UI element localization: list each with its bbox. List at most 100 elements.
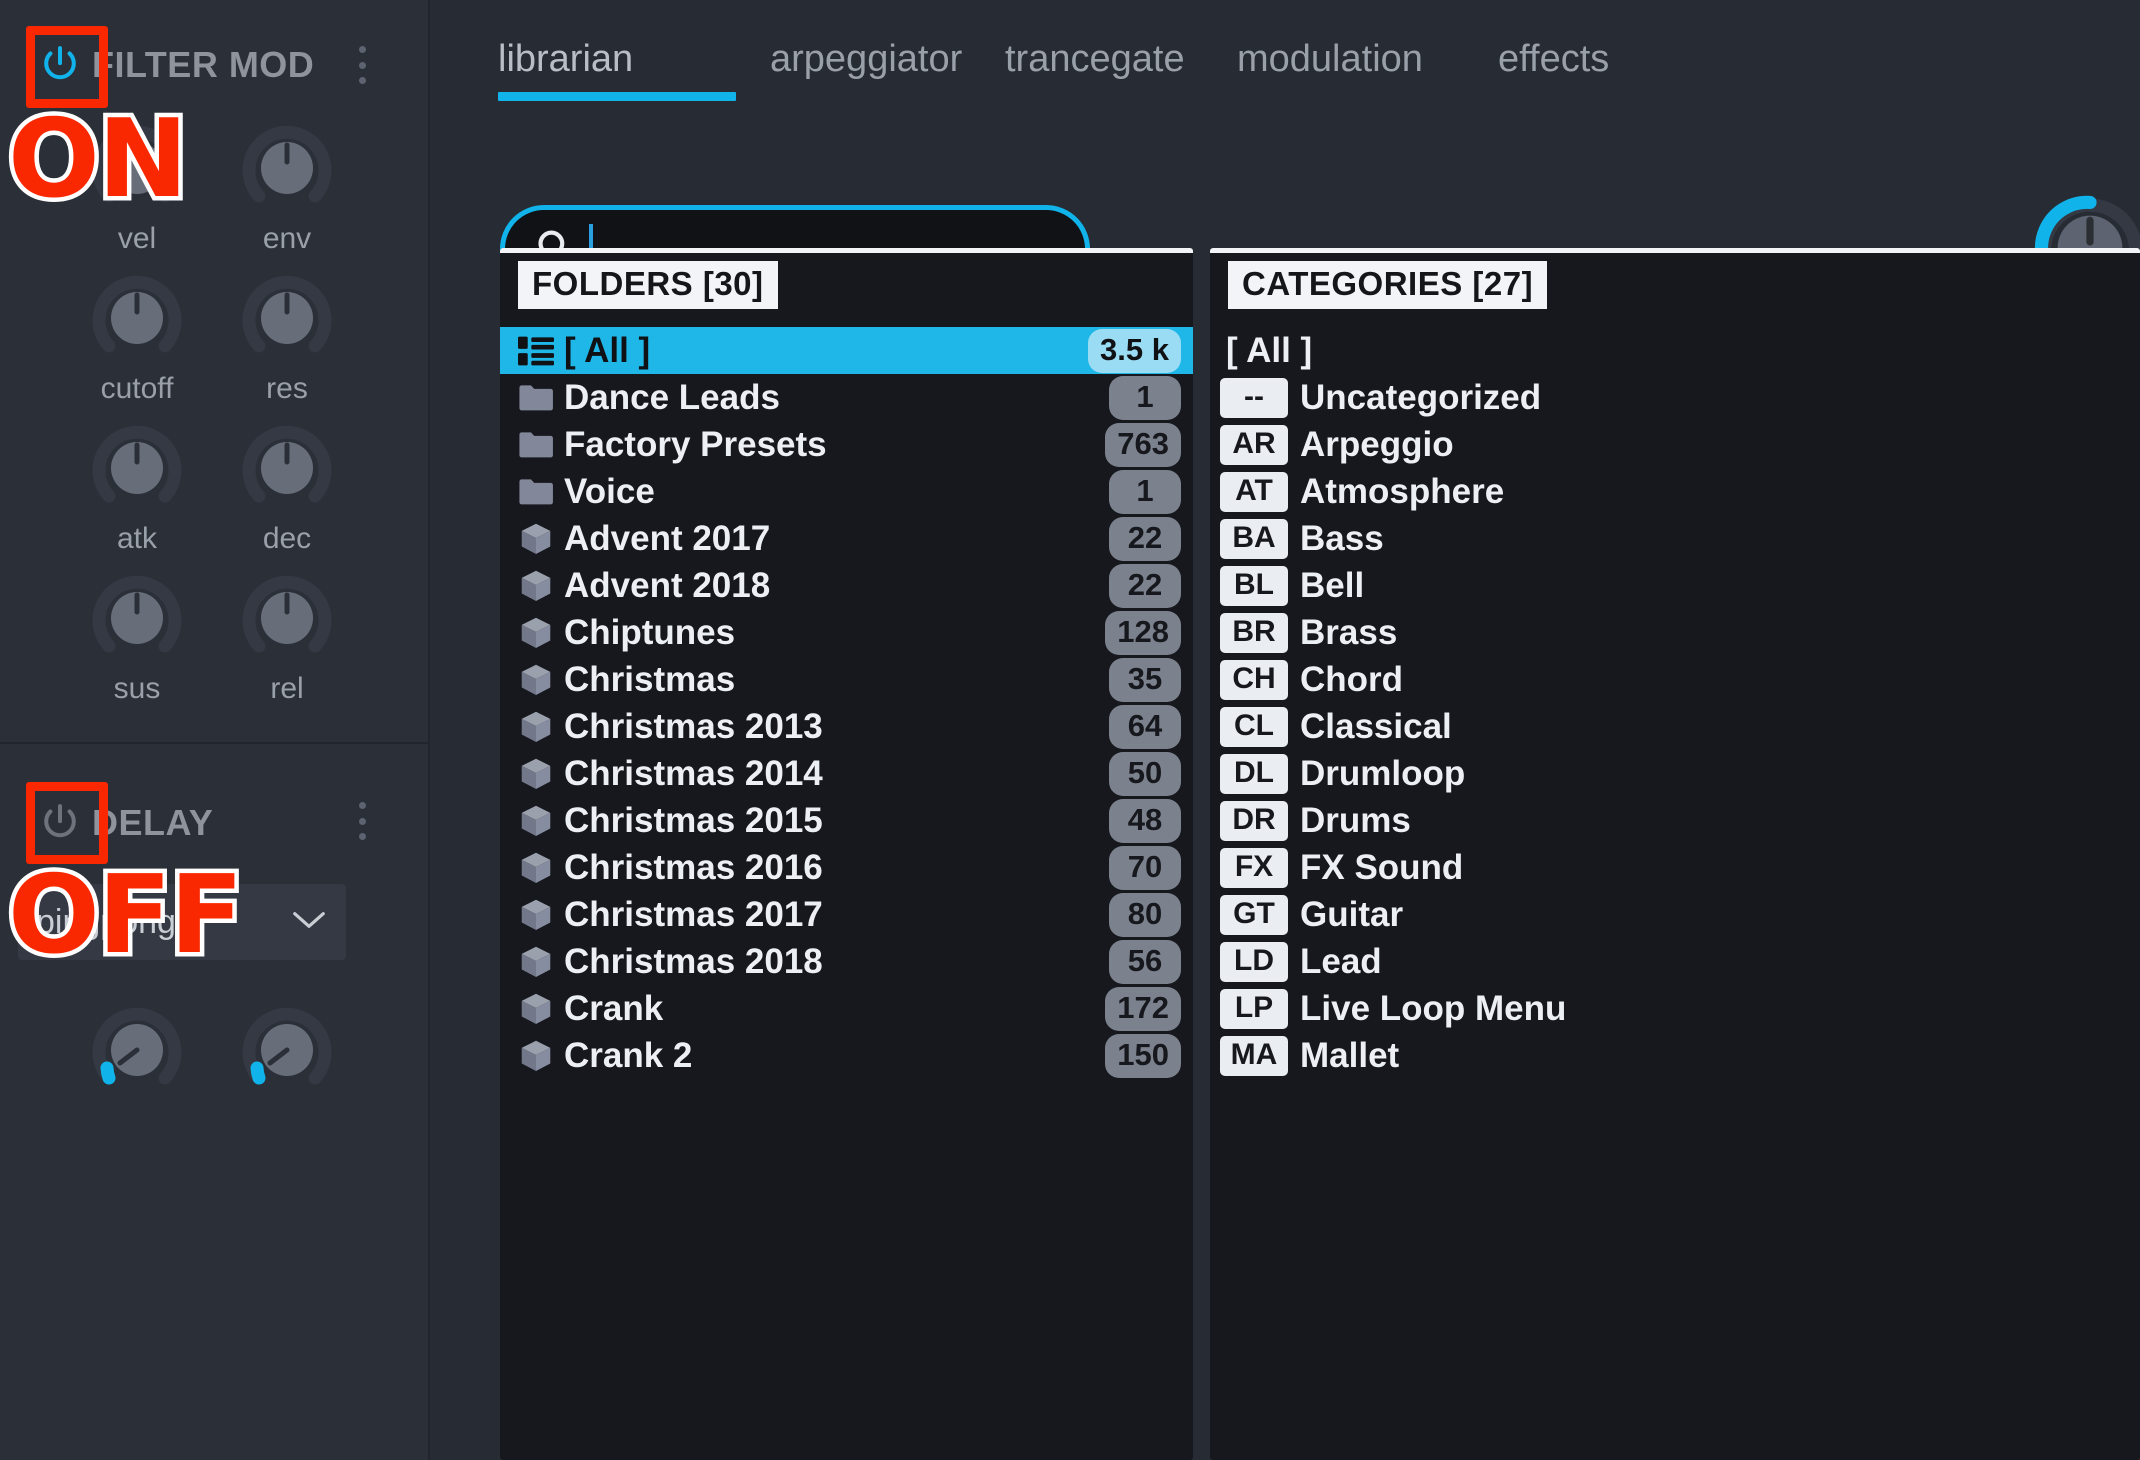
folder-name: Christmas 2015 [564, 800, 823, 840]
table-row[interactable]: Christmas 2016 70 [500, 844, 1193, 891]
knob-rel[interactable]: rel [212, 568, 362, 706]
delay-mode-value: pingpong [36, 902, 176, 941]
filter-mod-power-button[interactable] [34, 39, 86, 91]
folder-name: Voice [564, 471, 655, 511]
category-tag: CL [1220, 706, 1288, 747]
folder-name: Chiptunes [564, 612, 736, 652]
delay-knob-right[interactable] [212, 1000, 362, 1100]
folder-count: 80 [1109, 892, 1181, 937]
folder-icon [514, 472, 558, 512]
folder-name: Crank 2 [564, 1035, 693, 1075]
knob-dial-icon [242, 1007, 332, 1085]
tab-modulation[interactable]: modulation [1237, 38, 1423, 81]
table-row[interactable]: Christmas 2017 80 [500, 891, 1193, 938]
list-item[interactable]: -- Uncategorized [1210, 374, 2140, 421]
bank-cube-icon [514, 942, 558, 982]
knob-dial-icon [92, 1007, 182, 1085]
table-row[interactable]: [ All ] 3.5 k [500, 327, 1193, 374]
category-tag: LP [1220, 988, 1288, 1029]
table-row[interactable]: Advent 2017 22 [500, 515, 1193, 562]
folder-count: 1 [1109, 375, 1181, 420]
folder-count: 22 [1109, 516, 1181, 561]
table-row[interactable]: Christmas 2015 48 [500, 797, 1193, 844]
list-item[interactable]: CL Classical [1210, 703, 2140, 750]
list-item[interactable]: BA Bass [1210, 515, 2140, 562]
table-row[interactable]: Voice 1 [500, 468, 1193, 515]
list-item[interactable]: AT Atmosphere [1210, 468, 2140, 515]
list-item[interactable]: [ All ] [1210, 327, 2140, 374]
list-item[interactable]: CH Chord [1210, 656, 2140, 703]
folder-count: 48 [1109, 798, 1181, 843]
table-row[interactable]: Crank 2 150 [500, 1032, 1193, 1079]
table-row[interactable]: Chiptunes 128 [500, 609, 1193, 656]
category-tag: LD [1220, 941, 1288, 982]
knob-atk[interactable]: atk [62, 418, 212, 556]
table-row[interactable]: Dance Leads 1 [500, 374, 1193, 421]
category-tag: FX [1220, 847, 1288, 888]
list-item[interactable]: BR Brass [1210, 609, 2140, 656]
delay-menu-button[interactable] [347, 798, 377, 844]
tab-effects[interactable]: effects [1498, 38, 1609, 81]
table-row[interactable]: Christmas 2018 56 [500, 938, 1193, 985]
knob-sus[interactable]: sus [62, 568, 212, 706]
category-label: Uncategorized [1300, 377, 1542, 417]
folders-panel-header: FOLDERS [30] [500, 248, 1193, 322]
knob-dial-icon [92, 125, 182, 203]
folder-count: 1 [1109, 469, 1181, 514]
tab-trancegate[interactable]: trancegate [1005, 38, 1185, 81]
list-item[interactable]: AR Arpeggio [1210, 421, 2140, 468]
table-row[interactable]: Advent 2018 22 [500, 562, 1193, 609]
knob-label: vel [117, 222, 157, 255]
list-item[interactable]: DR Drums [1210, 797, 2140, 844]
table-row[interactable]: Christmas 35 [500, 656, 1193, 703]
folder-name: Christmas 2016 [564, 847, 823, 887]
folder-count: 150 [1105, 1033, 1181, 1078]
list-item[interactable]: LD Lead [1210, 938, 2140, 985]
list-item[interactable]: MA Mallet [1210, 1032, 2140, 1079]
knob-dial-icon [92, 575, 182, 653]
list-item[interactable]: DL Drumloop [1210, 750, 2140, 797]
categories-panel: CATEGORIES [27] [ All ] -- Uncategorized… [1210, 248, 2140, 1460]
category-tag: DL [1220, 753, 1288, 794]
categories-list[interactable]: [ All ] -- Uncategorized AR Arpeggio AT … [1210, 327, 2140, 1460]
categories-panel-title: CATEGORIES [27] [1228, 261, 1548, 309]
knob-cutoff[interactable]: cutoff [62, 268, 212, 406]
folders-list[interactable]: [ All ] 3.5 k Dance Leads 1 Factory Pres… [500, 327, 1193, 1460]
table-row[interactable]: Christmas 2013 64 [500, 703, 1193, 750]
bank-cube-icon [514, 754, 558, 794]
delay-header: DELAY [34, 788, 213, 858]
knob-label: rel [270, 672, 304, 705]
folders-panel: FOLDERS [30] [ All ] 3.5 k Dance Leads 1… [500, 248, 1193, 1460]
table-row[interactable]: Christmas 2014 50 [500, 750, 1193, 797]
tab-active-indicator [498, 92, 736, 101]
table-row[interactable]: Factory Presets 763 [500, 421, 1193, 468]
folder-icon [514, 378, 558, 418]
tab-bar: librarian arpeggiator trancegate modulat… [432, 0, 2140, 133]
categories-panel-header: CATEGORIES [27] [1210, 248, 2140, 322]
list-item[interactable]: GT Guitar [1210, 891, 2140, 938]
folder-name: Dance Leads [564, 377, 780, 417]
list-item[interactable]: BL Bell [1210, 562, 2140, 609]
folder-name: Christmas 2018 [564, 941, 823, 981]
tab-arpeggiator[interactable]: arpeggiator [770, 38, 962, 81]
folder-name: Factory Presets [564, 424, 827, 464]
knob-label: atk [116, 522, 158, 555]
knob-vel[interactable]: vel [62, 118, 212, 256]
sidebar-divider [0, 742, 430, 744]
knob-res[interactable]: res [212, 268, 362, 406]
tab-librarian[interactable]: librarian [498, 38, 633, 81]
folder-name: Christmas [564, 659, 736, 699]
delay-power-button[interactable] [34, 797, 86, 849]
list-item[interactable]: FX FX Sound [1210, 844, 2140, 891]
knob-dec[interactable]: dec [212, 418, 362, 556]
table-row[interactable]: Crank 172 [500, 985, 1193, 1032]
delay-mode-dropdown[interactable]: pingpong [18, 884, 346, 960]
folder-count: 56 [1109, 939, 1181, 984]
filter-mod-menu-button[interactable] [347, 42, 377, 88]
filter-mod-header: FILTER MOD [34, 30, 314, 100]
folder-count: 172 [1105, 986, 1181, 1031]
delay-knob-left[interactable] [62, 1000, 212, 1100]
list-item[interactable]: LP Live Loop Menu [1210, 985, 2140, 1032]
knob-env[interactable]: env [212, 118, 362, 256]
bank-cube-icon [514, 707, 558, 747]
